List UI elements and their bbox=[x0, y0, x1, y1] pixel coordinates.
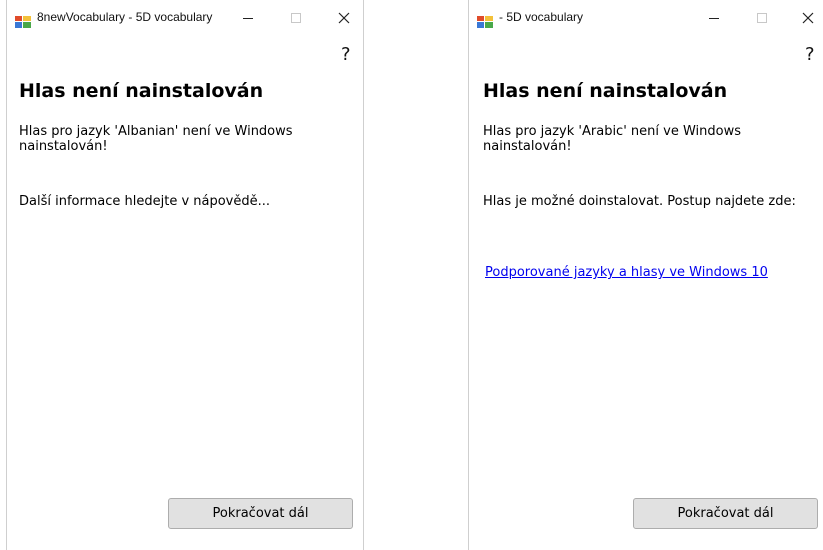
close-icon bbox=[802, 12, 814, 24]
continue-button[interactable]: Pokračovat dál bbox=[633, 498, 818, 529]
help-button[interactable]: ? bbox=[805, 44, 815, 65]
maximize-button[interactable] bbox=[281, 6, 311, 30]
help-info-text: Další informace hledejte v nápovědě... bbox=[19, 194, 271, 209]
voice-missing-message: Hlas pro jazyk 'Arabic' není ve Windows … bbox=[483, 124, 741, 154]
window-title: - 5D vocabulary bbox=[499, 10, 584, 24]
minimize-icon bbox=[243, 18, 253, 19]
dialog-window-albanian: 8newVocabulary - 5D vocabulary ? Hlas ne… bbox=[6, 0, 364, 550]
app-window-icon bbox=[477, 13, 493, 28]
dialog-window-arabic: - 5D vocabulary ? Hlas není nainstalován… bbox=[468, 0, 823, 550]
title-bar[interactable]: 8newVocabulary - 5D vocabulary bbox=[7, 0, 363, 36]
window-title: 8newVocabulary - 5D vocabulary bbox=[37, 10, 213, 24]
minimize-icon bbox=[709, 18, 719, 19]
close-button[interactable] bbox=[329, 6, 359, 30]
close-icon bbox=[338, 12, 350, 24]
app-window-icon bbox=[15, 13, 31, 28]
maximize-icon bbox=[291, 13, 301, 23]
maximize-button[interactable] bbox=[747, 6, 777, 30]
install-info-text: Hlas je možné doinstalovat. Postup najde… bbox=[483, 194, 796, 209]
supported-languages-link[interactable]: Podporované jazyky a hlasy ve Windows 10 bbox=[485, 265, 768, 280]
gap bbox=[364, 0, 468, 550]
minimize-button[interactable] bbox=[699, 6, 729, 30]
minimize-button[interactable] bbox=[233, 6, 263, 30]
voice-missing-message: Hlas pro jazyk 'Albanian' není ve Window… bbox=[19, 124, 293, 154]
close-button[interactable] bbox=[793, 6, 823, 30]
title-bar[interactable]: - 5D vocabulary bbox=[469, 0, 823, 36]
dialog-heading: Hlas není nainstalován bbox=[19, 80, 264, 102]
dialog-heading: Hlas není nainstalován bbox=[483, 80, 728, 102]
maximize-icon bbox=[757, 13, 767, 23]
help-button[interactable]: ? bbox=[341, 44, 351, 65]
continue-button[interactable]: Pokračovat dál bbox=[168, 498, 353, 529]
